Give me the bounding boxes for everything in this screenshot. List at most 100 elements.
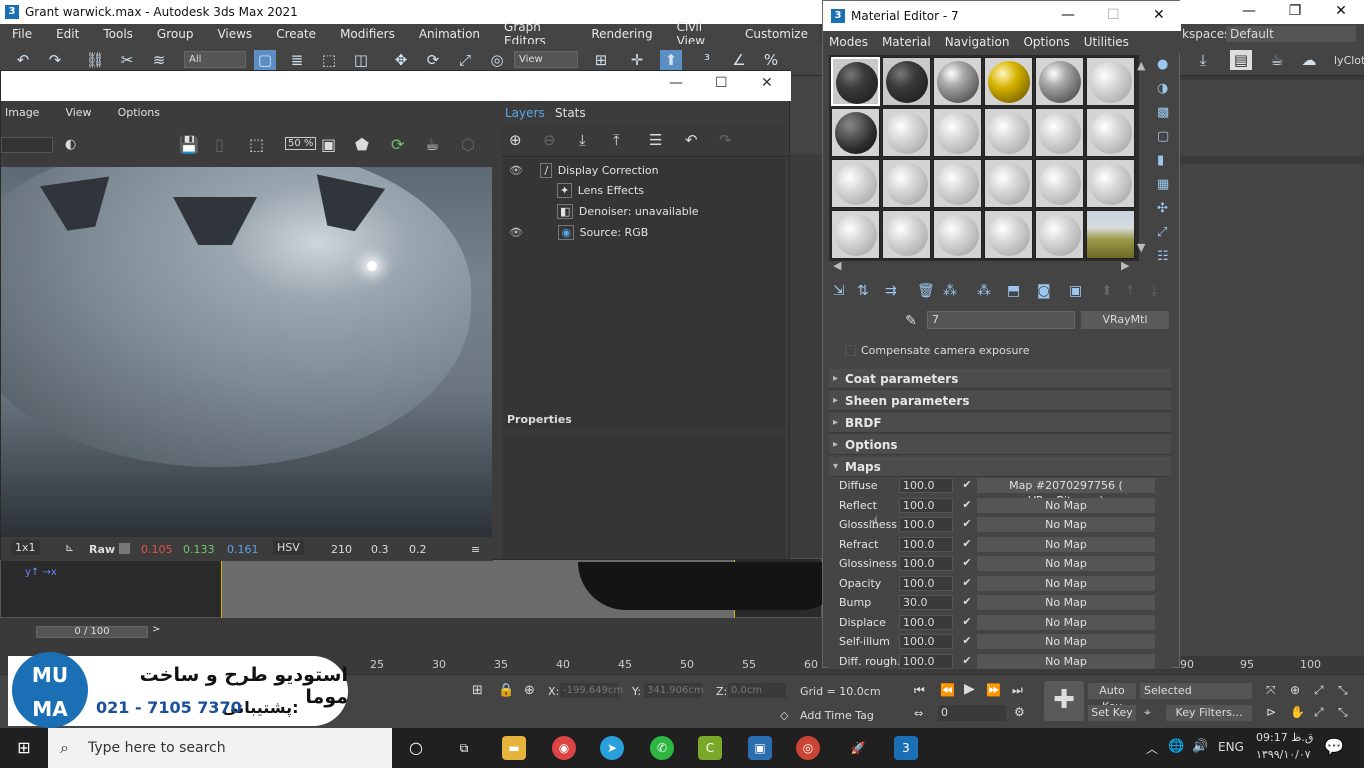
material-slot[interactable] [933, 159, 982, 208]
menu-tools[interactable]: Tools [91, 27, 145, 41]
lock-selection-icon[interactable]: 🔒 [498, 683, 514, 698]
render-icon[interactable]: ☕ [425, 135, 439, 154]
render-stop-icon[interactable]: ⬡ [461, 135, 475, 154]
menu-create[interactable]: Create [264, 27, 328, 41]
volume-icon[interactable]: 🔊 [1192, 739, 1208, 754]
material-slot[interactable] [1086, 57, 1135, 106]
move-icon[interactable]: ✥ [390, 50, 412, 70]
clock-time[interactable]: 09:17 ق.ظ [1256, 731, 1313, 744]
z-coord-field[interactable]: 0.0cm [728, 683, 786, 698]
map-button[interactable]: No Map [977, 653, 1155, 669]
y-coord-field[interactable]: 341.906cm [644, 683, 704, 698]
material-slot[interactable] [1086, 210, 1135, 259]
save-layers-icon[interactable]: ⤓ [579, 131, 586, 149]
map-amount-spinner[interactable]: 100.0 [899, 634, 953, 649]
link-icon[interactable]: ⛓ [84, 50, 106, 70]
render-active-icon[interactable]: ☁ [1298, 50, 1320, 70]
material-slot[interactable] [1035, 108, 1084, 157]
map-enable-checkbox[interactable]: ✔ [961, 635, 973, 647]
unlink-icon[interactable]: ✂ [116, 50, 138, 70]
vfb-maximize-icon[interactable]: ☐ [715, 75, 728, 91]
layer-row[interactable]: ✦ Lens Effects [557, 181, 779, 201]
material-slot[interactable] [984, 159, 1033, 208]
redo-icon[interactable]: ↷ [44, 50, 66, 70]
load-layers-icon[interactable]: ⤒ [613, 131, 620, 149]
time-slider[interactable]: 0 / 100 [36, 626, 148, 638]
go-forward-sibling-icon[interactable]: ⤓ [1151, 283, 1157, 299]
delete-layer-icon[interactable]: ⊖ [543, 131, 556, 149]
menu-customize[interactable]: Customize [733, 27, 820, 41]
tray-chevron-icon[interactable]: ︿ [1146, 740, 1158, 757]
reset-map-icon[interactable]: 🗑 [917, 283, 935, 299]
key-filters-button[interactable]: Key Filters... [1166, 705, 1252, 721]
backlight-icon[interactable]: ◑ [1157, 81, 1177, 105]
map-button[interactable]: No Map [977, 517, 1155, 532]
window-crossing-icon[interactable]: ◫ [350, 50, 372, 70]
compensate-checkbox[interactable] [845, 345, 856, 356]
material-slot[interactable] [1035, 210, 1084, 259]
map-enable-checkbox[interactable]: ✔ [961, 596, 973, 608]
mated-maximize-icon[interactable]: ☐ [1107, 7, 1120, 23]
mated-menu-material[interactable]: Material [882, 35, 931, 49]
keyboard-shortcut-icon[interactable]: ⬆ [660, 50, 682, 70]
cortana-icon[interactable]: ○ [404, 736, 428, 760]
workspaces-dropdown[interactable]: Default [1226, 26, 1356, 42]
mated-menu-navigation[interactable]: Navigation [945, 35, 1010, 49]
save-image-icon[interactable]: 💾 [179, 135, 199, 154]
mated-minimize-icon[interactable]: — [1061, 7, 1075, 23]
current-frame-field[interactable]: 0 [938, 705, 1006, 721]
x-coord-field[interactable]: -199.649cm [560, 683, 623, 698]
map-button[interactable]: No Map [977, 497, 1155, 513]
clock-date[interactable]: ۱۳۹۹/۱۰/۰۷ [1256, 748, 1311, 761]
close-icon[interactable]: ✕ [1318, 0, 1364, 24]
scale-icon[interactable]: ⤢ [454, 50, 476, 70]
menu-modifiers[interactable]: Modifiers [328, 27, 407, 41]
next-frame-icon[interactable]: > [152, 624, 160, 635]
material-slot[interactable] [831, 108, 880, 157]
menu-rendering[interactable]: Rendering [579, 27, 664, 41]
slot-scroll-up-icon[interactable]: ▲ [1137, 59, 1145, 72]
zoom-region-icon[interactable]: ⤢ [1314, 683, 1324, 698]
material-name-field[interactable]: 7 [927, 311, 1075, 329]
vfb-menu-view[interactable]: View [65, 106, 91, 119]
material-slot[interactable] [831, 57, 880, 106]
map-button[interactable]: No Map [977, 634, 1155, 649]
material-id-icon[interactable]: ◙ [1037, 283, 1051, 299]
rollout-sheen-parameters[interactable]: Sheen parameters [829, 391, 1171, 411]
angle-snap-icon[interactable]: ∠ [728, 50, 750, 70]
assign-material-icon[interactable]: ⇉ [885, 283, 897, 299]
video-color-check-icon[interactable]: ▮ [1157, 153, 1177, 177]
active-viewport[interactable] [221, 559, 848, 619]
map-amount-spinner[interactable]: 100.0 [899, 575, 953, 591]
layers-redo-icon[interactable]: ↷ [719, 131, 732, 149]
app-icon[interactable]: ▣ [748, 736, 772, 760]
prev-frame-icon[interactable]: ⏪ [940, 683, 955, 697]
material-slot[interactable] [882, 159, 931, 208]
material-navigator-icon[interactable]: ☷ [1157, 249, 1177, 273]
vfb-menu-options[interactable]: Options [118, 106, 160, 119]
select-by-name-icon[interactable]: ≣ [286, 50, 308, 70]
ratio-dropdown[interactable]: 1x1 [11, 540, 40, 555]
percent-snap-icon[interactable]: % [760, 50, 782, 70]
layer-row[interactable]: 👁 ◉ Source: RGB [509, 223, 779, 243]
material-slot[interactable] [933, 210, 982, 259]
maximize-viewport-icon[interactable]: ⤡ [1338, 683, 1348, 698]
camtasia-icon[interactable]: C [698, 736, 722, 760]
channel-dropdown[interactable] [1, 137, 53, 153]
layer-row[interactable]: 👁 ∕ Display Correction [509, 161, 779, 181]
zoom-extents-icon[interactable]: ⤧ [1266, 683, 1276, 698]
material-slot[interactable] [882, 108, 931, 157]
isolate-icon[interactable]: ⊞ [472, 683, 483, 698]
map-enable-checkbox[interactable]: ✔ [961, 576, 973, 589]
color-channel-icon[interactable]: ◐ [65, 137, 76, 152]
map-enable-checkbox[interactable]: ✔ [961, 654, 973, 667]
slot-scroll-down-icon[interactable]: ▼ [1137, 241, 1145, 254]
ref-coord-dropdown[interactable]: View [514, 51, 578, 68]
selection-filter-dropdown[interactable]: All [184, 51, 246, 68]
chrome-icon[interactable]: ◉ [552, 736, 576, 760]
region-render-icon[interactable]: ⬚ [249, 135, 264, 154]
notifications-icon[interactable]: 💬 [1324, 737, 1344, 756]
map-enable-checkbox[interactable]: ✔ [961, 557, 973, 569]
task-view-icon[interactable]: ⧉ [452, 736, 476, 760]
material-slot[interactable] [933, 57, 982, 106]
